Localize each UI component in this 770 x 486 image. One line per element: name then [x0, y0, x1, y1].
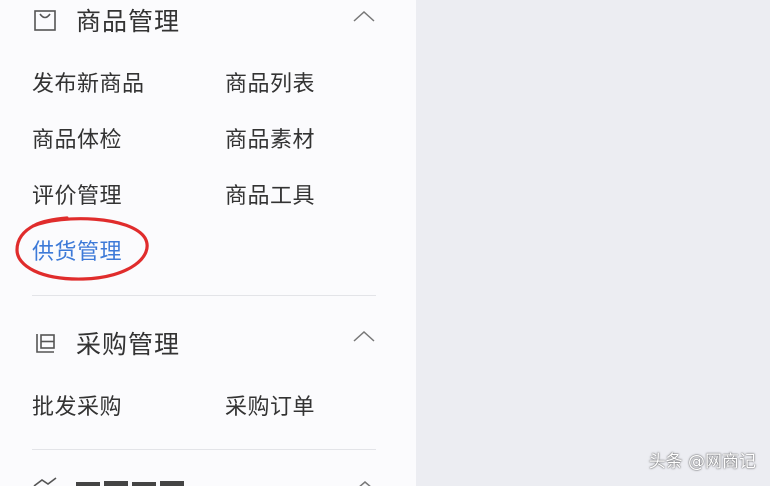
menu-item-product-tools[interactable]: 商品工具	[225, 178, 315, 210]
calendar-icon	[36, 334, 55, 353]
menu-item-purchase-orders[interactable]: 采购订单	[225, 389, 315, 421]
section-header-product-management[interactable]: 商品管理	[32, 0, 180, 40]
partial-section-title	[76, 481, 184, 486]
chevron-up-icon[interactable]	[352, 8, 376, 24]
menu-item-review-management[interactable]: 评价管理	[32, 178, 122, 210]
section-divider	[32, 295, 376, 296]
menu-item-wholesale-purchase[interactable]: 批发采购	[32, 389, 122, 421]
shopping-bag-icon	[34, 10, 56, 31]
sidebar-menu: 商品管理 发布新商品 商品列表 商品体检 商品素材 评价管理 商品工具 供货管理…	[0, 0, 416, 486]
section-title: 采购管理	[76, 330, 181, 359]
menu-item-publish-product[interactable]: 发布新商品	[32, 66, 145, 98]
menu-item-product-list[interactable]: 商品列表	[225, 66, 315, 98]
chevron-up-icon[interactable]	[356, 480, 374, 486]
menu-item-product-materials[interactable]: 商品素材	[225, 122, 315, 154]
chevron-up-icon[interactable]	[352, 328, 376, 344]
watermark-text: 头条 @网商记	[648, 452, 756, 472]
section-header-purchase-management[interactable]: 采购管理	[32, 323, 180, 363]
section-divider	[32, 449, 376, 450]
section-title: 商品管理	[76, 7, 181, 36]
partial-section-icon	[33, 477, 57, 486]
highlight-circle	[15, 216, 149, 281]
menu-item-product-check[interactable]: 商品体检	[32, 122, 122, 154]
